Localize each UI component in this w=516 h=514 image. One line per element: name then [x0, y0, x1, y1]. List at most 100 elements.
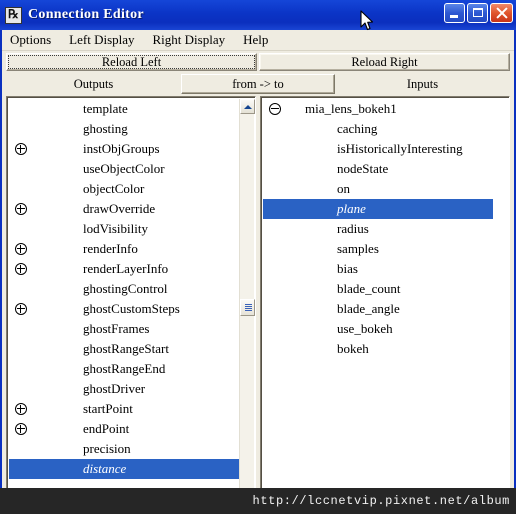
list-item[interactable]: drawOverride [9, 199, 239, 219]
list-item[interactable]: ghostCustomSteps [9, 299, 239, 319]
list-item-label: renderInfo [83, 241, 138, 256]
column-header-inputs[interactable]: Inputs [335, 74, 510, 94]
application-window: ℞ Connection Editor Options Left Display… [0, 0, 516, 514]
minimize-icon [450, 15, 458, 18]
list-item[interactable]: plane [263, 199, 493, 219]
reload-right-button[interactable]: Reload Right [259, 53, 510, 71]
scroll-up-button[interactable] [240, 99, 255, 114]
window-title: Connection Editor [28, 7, 144, 22]
list-item-label: ghosting [83, 121, 128, 136]
list-item-label: distance [83, 461, 127, 476]
title-bar[interactable]: ℞ Connection Editor [0, 0, 516, 30]
window-controls [444, 3, 513, 23]
list-item[interactable]: renderInfo [9, 239, 239, 259]
inputs-list-panel[interactable]: mia_lens_bokeh1caching isHistoricallyInte… [260, 96, 510, 494]
list-item[interactable]: startPoint [9, 399, 239, 419]
list-item[interactable]: blade_count [263, 279, 493, 299]
list-item[interactable]: mia_lens_bokeh1 [263, 99, 493, 119]
list-item[interactable]: caching [263, 119, 493, 139]
list-item-label: nodeState [337, 161, 389, 176]
list-item-label: startPoint [83, 401, 133, 416]
list-item[interactable]: renderLayerInfo [9, 259, 239, 279]
outputs-list: template ghosting instObjGroups useObjectCo… [9, 99, 239, 491]
client-area: Options Left Display Right Display Help … [2, 30, 514, 512]
list-item-label: on [337, 181, 350, 196]
list-item[interactable]: bokeh [263, 339, 493, 359]
menu-bar: Options Left Display Right Display Help [2, 30, 514, 51]
column-header-outputs[interactable]: Outputs [6, 74, 181, 94]
menu-item-help[interactable]: Help [243, 31, 277, 49]
list-item[interactable]: instObjGroups [9, 139, 239, 159]
list-item-label: useObjectColor [83, 161, 165, 176]
list-item-label: use_bokeh [337, 321, 393, 336]
list-item[interactable]: ghostFrames [9, 319, 239, 339]
list-item[interactable]: bias [263, 259, 493, 279]
list-item[interactable]: objectColor [9, 179, 239, 199]
expand-icon[interactable] [15, 303, 27, 315]
menu-item-options[interactable]: Options [10, 31, 60, 49]
expand-icon[interactable] [15, 423, 27, 435]
expand-icon[interactable] [15, 143, 27, 155]
list-item[interactable]: blade_angle [263, 299, 493, 319]
app-icon-glyph: ℞ [8, 6, 19, 21]
list-item-label: ghostRangeEnd [83, 361, 166, 376]
list-item-label: instObjGroups [83, 141, 160, 156]
list-item[interactable]: radius [263, 219, 493, 239]
outputs-scrollbar[interactable] [239, 99, 255, 491]
list-item-label: bokeh [337, 341, 369, 356]
list-item[interactable]: isHistoricallyInteresting [263, 139, 493, 159]
minimize-button[interactable] [444, 3, 465, 23]
list-item-label: blade_angle [337, 301, 400, 316]
list-item[interactable]: ghostingControl [9, 279, 239, 299]
list-item-label: ghostCustomSteps [83, 301, 180, 316]
column-header-row: Outputs from -> to Inputs [2, 73, 514, 95]
menu-item-left-display[interactable]: Left Display [69, 31, 143, 49]
app-icon: ℞ [5, 6, 22, 24]
list-item-label: caching [337, 121, 378, 136]
list-item[interactable]: ghostRangeStart [9, 339, 239, 359]
list-item-label: radius [337, 221, 369, 236]
list-item[interactable]: ghosting [9, 119, 239, 139]
list-item-label: ghostDriver [83, 381, 146, 396]
list-item-label: bias [337, 261, 358, 276]
list-item[interactable]: template [9, 99, 239, 119]
list-item[interactable]: useObjectColor [9, 159, 239, 179]
watermark-bar: http://lccnetvip.pixnet.net/album [0, 488, 516, 514]
list-item-label: endPoint [83, 421, 130, 436]
collapse-icon[interactable] [269, 103, 281, 115]
reload-button-row: Reload Left Reload Right [2, 51, 514, 72]
outputs-list-panel[interactable]: template ghosting instObjGroups useObjectCo… [6, 96, 256, 494]
close-button[interactable] [490, 3, 513, 23]
list-item[interactable]: precision [9, 439, 239, 459]
list-item[interactable]: endPoint [9, 419, 239, 439]
list-item-label: ghostFrames [83, 321, 150, 336]
list-item-label: ghostRangeStart [83, 341, 169, 356]
list-item[interactable]: samples [263, 239, 493, 259]
expand-icon[interactable] [15, 263, 27, 275]
list-item[interactable]: ghostRangeEnd [9, 359, 239, 379]
list-item[interactable]: nodeState [263, 159, 493, 179]
expand-icon[interactable] [15, 243, 27, 255]
expand-icon[interactable] [15, 203, 27, 215]
list-item-label: isHistoricallyInteresting [337, 141, 463, 156]
direction-toggle-button[interactable]: from -> to [181, 74, 335, 94]
menu-item-right-display[interactable]: Right Display [153, 31, 235, 49]
list-item-label: drawOverride [83, 201, 156, 216]
scrollbar-thumb[interactable] [240, 299, 255, 316]
list-item[interactable]: use_bokeh [263, 319, 493, 339]
maximize-icon [473, 8, 483, 17]
maximize-button[interactable] [467, 3, 488, 23]
list-item[interactable]: on [263, 179, 493, 199]
chevron-up-icon [244, 105, 252, 109]
list-item-label: precision [83, 441, 131, 456]
list-item-label: ghostingControl [83, 281, 168, 296]
list-item[interactable]: ghostDriver [9, 379, 239, 399]
list-item[interactable]: lodVisibility [9, 219, 239, 239]
grip-icon [245, 304, 252, 312]
expand-icon[interactable] [15, 403, 27, 415]
list-item[interactable]: distance [9, 459, 239, 479]
reload-left-button[interactable]: Reload Left [6, 53, 257, 71]
list-item-label: renderLayerInfo [83, 261, 169, 276]
watermark-url: http://lccnetvip.pixnet.net/album [252, 494, 510, 508]
list-item-label: samples [337, 241, 379, 256]
